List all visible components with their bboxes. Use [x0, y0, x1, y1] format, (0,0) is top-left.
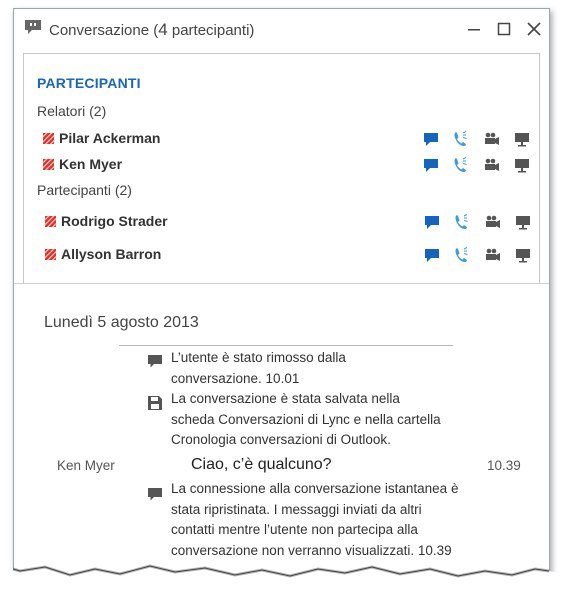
message-line: L’utente è stato rimosso dalla: [171, 350, 346, 365]
participants-heading: PARTECIPANTI: [37, 75, 141, 91]
participant-row[interactable]: Ken Myer: [43, 156, 529, 174]
participant-actions: [400, 130, 530, 148]
chat-icon[interactable]: [423, 246, 441, 264]
title-bar: Conversazione (4 partecipanti): [14, 9, 549, 49]
message-line: stata ripristinata. I messaggi inviati d…: [171, 501, 422, 517]
date-divider: [119, 345, 453, 346]
maximize-icon[interactable]: [492, 17, 516, 41]
video-camera-icon[interactable]: [484, 246, 502, 264]
presentation-icon[interactable]: [514, 246, 532, 264]
participant-actions: [400, 213, 530, 231]
message-line: Cronologia conversazioni di Outlook.: [171, 432, 391, 447]
phone-icon[interactable]: [452, 156, 470, 174]
save-icon: [148, 396, 162, 410]
chat-icon[interactable]: [422, 130, 440, 148]
panel-divider: [14, 283, 549, 284]
conversation-window: Conversazione (4 partecipanti) PARTECIPA…: [13, 8, 550, 600]
presentation-icon[interactable]: [514, 213, 532, 231]
conversation-date: Lunedì 5 agosto 2013: [44, 314, 199, 331]
presence-busy-icon: [43, 133, 54, 144]
message-line: scheda Conversazioni di Lync e nella car…: [171, 411, 441, 427]
message-line: La connessione alla conversazione istant…: [171, 481, 459, 496]
window-title: Conversazione (4 partecipanti): [49, 20, 255, 39]
message-time: 10.39: [487, 458, 521, 473]
video-camera-icon[interactable]: [483, 130, 501, 148]
phone-icon[interactable]: [452, 130, 470, 148]
torn-edge-decoration: [0, 564, 561, 608]
message-line: contatti mentre l’utente non partecipa a…: [171, 522, 418, 537]
phone-icon[interactable]: [453, 213, 471, 231]
group-label-attendees: Partecipanti (2): [37, 182, 132, 198]
system-message: La conversazione è stata salvata nella s…: [171, 389, 511, 451]
participant-name[interactable]: Ken Myer: [59, 156, 122, 172]
participants-panel: PARTECIPANTI Relatori (2) Pilar Ackerman…: [23, 53, 540, 284]
participant-row[interactable]: Rodrigo Strader: [43, 213, 530, 231]
participant-name[interactable]: Pilar Ackerman: [59, 130, 160, 146]
phone-icon[interactable]: [453, 246, 471, 264]
participant-row[interactable]: Allyson Barron: [43, 246, 530, 264]
presence-busy-icon: [45, 249, 56, 260]
participant-row[interactable]: Pilar Ackerman: [43, 130, 529, 148]
chat-bubble-icon: [148, 355, 162, 368]
message-line: conversazione. 10.01: [171, 370, 300, 386]
close-icon[interactable]: [522, 17, 546, 41]
conversation-app-icon: [25, 20, 41, 34]
presence-busy-icon: [45, 216, 56, 227]
message-sender: Ken Myer: [57, 458, 115, 473]
chat-icon[interactable]: [423, 213, 441, 231]
participant-name[interactable]: Allyson Barron: [61, 246, 161, 262]
system-message: L’utente è stato rimosso dalla conversaz…: [171, 348, 511, 389]
participant-actions: [400, 156, 530, 174]
minimize-icon[interactable]: [462, 17, 486, 41]
chat-message-text: Ciao, c’è qualcuno?: [191, 456, 332, 473]
presentation-icon[interactable]: [513, 130, 531, 148]
participant-name[interactable]: Rodrigo Strader: [61, 213, 168, 229]
chat-bubble-icon: [148, 488, 162, 501]
video-camera-icon[interactable]: [484, 213, 502, 231]
presentation-icon[interactable]: [513, 156, 531, 174]
presence-busy-icon: [43, 159, 54, 170]
group-label-presenters: Relatori (2): [37, 103, 107, 119]
participant-actions: [400, 246, 530, 264]
video-camera-icon[interactable]: [483, 156, 501, 174]
message-line: La conversazione è stata salvata nella: [171, 391, 400, 406]
chat-icon[interactable]: [422, 156, 440, 174]
